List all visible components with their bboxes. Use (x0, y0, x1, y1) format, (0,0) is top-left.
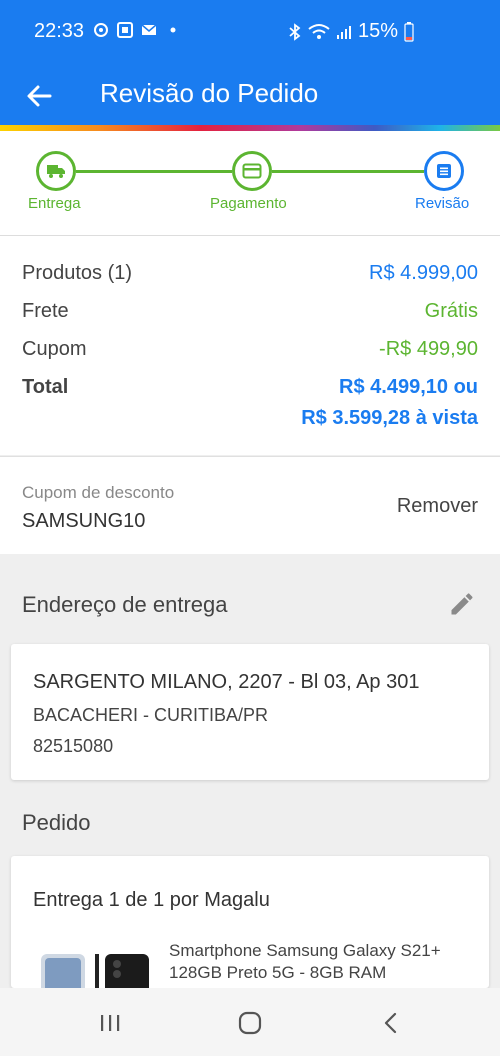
battery-icon (404, 21, 414, 42)
alarm-icon (94, 23, 108, 37)
home-icon[interactable] (237, 1010, 263, 1036)
step-label-review: Revisão (415, 195, 470, 212)
coupon-summary-label: Cupom (22, 338, 87, 360)
system-icons: 15% (288, 20, 414, 43)
product-name[interactable]: Smartphone Samsung Galaxy S21+ 128GB Pre… (169, 940, 469, 984)
wifi-icon (308, 23, 330, 39)
bluetooth-icon (289, 22, 301, 41)
products-label: Produtos (1) (22, 262, 133, 284)
product-image[interactable] (39, 954, 157, 988)
shipping-label: Frete (22, 300, 69, 322)
system-nav-bar (0, 988, 500, 1056)
total-cash-value: R$ 3.599,28 à vista (301, 407, 478, 429)
step-connector (76, 170, 232, 173)
mail-icon (141, 24, 157, 35)
delivery-label: Entrega 1 de 1 por Magalu (33, 889, 270, 911)
step-connector (272, 170, 424, 173)
address-section-title: Endereço de entrega (22, 592, 228, 617)
edit-icon[interactable] (448, 590, 476, 618)
coupon-code: SAMSUNG10 (22, 510, 146, 532)
order-summary: Produtos (1) R$ 4.999,00 Frete Grátis Cu… (0, 235, 500, 455)
step-review[interactable] (424, 151, 464, 191)
step-payment[interactable] (232, 151, 272, 191)
order-section-title: Pedido (22, 810, 91, 835)
receipt-icon (437, 164, 451, 178)
address-city: BACACHERI - CURITIBA/PR (33, 705, 269, 725)
recent-apps-icon[interactable] (97, 1010, 123, 1036)
credit-card-icon (242, 163, 262, 179)
back-arrow-icon[interactable] (22, 78, 58, 114)
total-label: Total (22, 376, 69, 398)
app-notification-icon (117, 22, 133, 38)
status-bar: 22:33 15% (0, 0, 500, 64)
step-delivery[interactable] (36, 151, 76, 191)
signal-icon (336, 25, 351, 39)
page-title: Revisão do Pedido (100, 78, 319, 108)
checkout-stepper: Entrega Pagamento Revisão (0, 131, 500, 235)
coupon-label: Cupom de desconto (22, 483, 175, 502)
battery-percent: 15% (357, 20, 398, 42)
app-bar: Revisão do Pedido (0, 64, 500, 126)
notification-icons (93, 22, 181, 38)
step-label-delivery: Entrega (28, 195, 81, 212)
dot-icon (170, 27, 176, 33)
address-card[interactable]: SARGENTO MILANO, 2207 - Bl 03, Ap 301 BA… (11, 644, 489, 780)
order-card: Entrega 1 de 1 por Magalu Smartphone Sam… (11, 856, 489, 988)
remove-coupon-button[interactable]: Remover (397, 495, 478, 518)
coupon-section: Cupom de desconto SAMSUNG10 Remover (0, 456, 500, 554)
address-street: SARGENTO MILANO, 2207 - Bl 03, Ap 301 (33, 671, 420, 693)
address-zip: 82515080 (33, 736, 114, 756)
total-value: R$ 4.499,10 ou (339, 376, 478, 398)
status-time: 22:33 (34, 20, 85, 42)
products-value: R$ 4.999,00 (369, 262, 478, 284)
coupon-summary-value: -R$ 499,90 (379, 338, 478, 360)
shipping-value: Grátis (424, 300, 478, 322)
truck-icon (47, 165, 65, 178)
back-nav-icon[interactable] (378, 1010, 404, 1036)
step-label-payment: Pagamento (210, 195, 287, 212)
